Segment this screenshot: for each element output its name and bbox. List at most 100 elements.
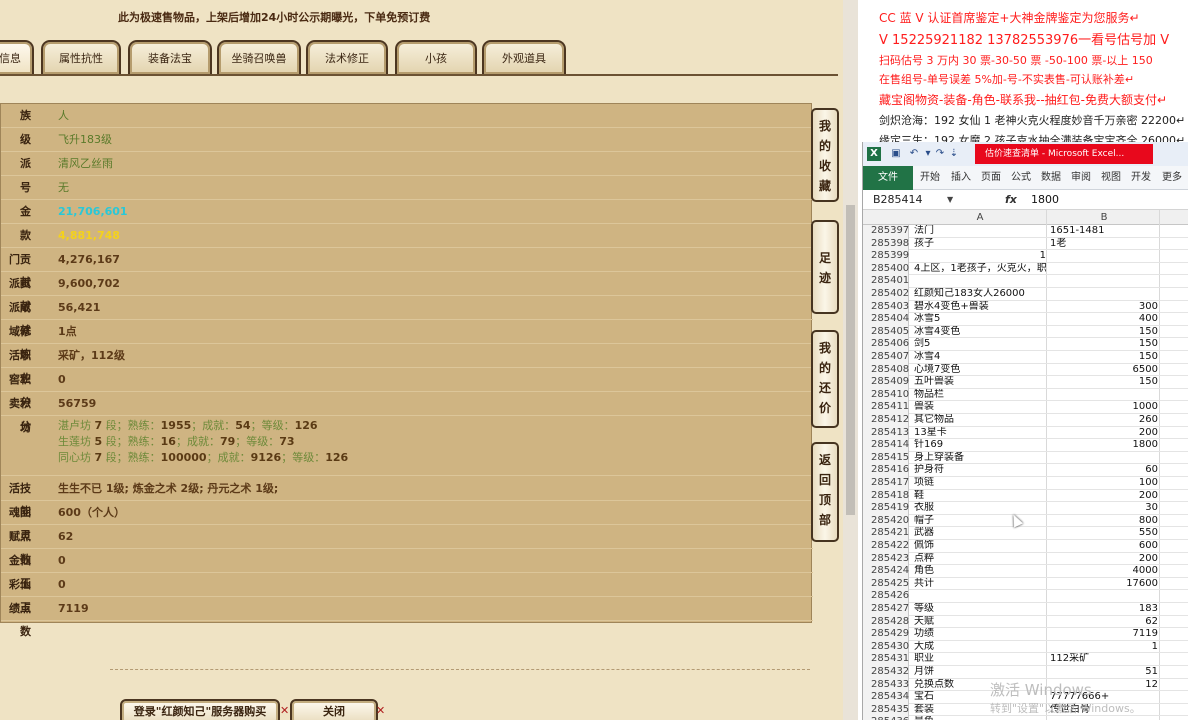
row-number[interactable]: 285406 <box>863 338 909 351</box>
cell-a[interactable]: 剑5 <box>914 338 1046 350</box>
row-number[interactable]: 285422 <box>863 540 909 553</box>
row-number[interactable]: 285402 <box>863 288 909 301</box>
cell-a[interactable]: 冰雪4 <box>914 351 1046 363</box>
close-x-icon[interactable]: ✕ <box>376 704 385 717</box>
cell-b[interactable]: 1 <box>1050 641 1158 653</box>
name-box[interactable]: B285414 <box>873 192 957 208</box>
cell-b[interactable]: 51 <box>1050 666 1158 678</box>
tab-children[interactable]: 小孩 <box>395 40 477 74</box>
row-number[interactable]: 285403 <box>863 300 909 314</box>
row-number[interactable]: 285431 <box>863 653 909 666</box>
ribbon-tab-page[interactable]: 页面 <box>977 166 1005 190</box>
tab-attributes[interactable]: 属性抗性 <box>41 40 121 74</box>
table-row[interactable]: 285420 帽子 800 <box>863 514 1188 528</box>
table-row[interactable]: 285407 冰雪4 150 <box>863 351 1188 364</box>
table-row[interactable]: 285404 冰雪5 400 <box>863 313 1188 326</box>
row-number[interactable]: 285429 <box>863 628 909 641</box>
cell-b[interactable]: 62 <box>1050 616 1158 628</box>
tab-spells[interactable]: 法术修正 <box>306 40 388 74</box>
cell-a[interactable]: 4上区，1老孩子，火克火，职业号 <box>914 263 1046 275</box>
cell-a[interactable]: 点粹 <box>914 553 1046 565</box>
cell-a[interactable]: 护身符 <box>914 464 1046 476</box>
table-row[interactable]: 285416 护身符 60 <box>863 464 1188 477</box>
cell-b[interactable]: 300 <box>1050 301 1158 313</box>
table-row[interactable]: 285425 共计 17600 <box>863 577 1188 591</box>
spreadsheet-grid[interactable]: 285397 法门 1651-1481 285398 孩子 1老 285399 1 285400… <box>863 225 1188 720</box>
cell-b[interactable]: 1800 <box>1050 439 1158 451</box>
row-number[interactable]: 285412 <box>863 414 909 427</box>
row-number[interactable]: 285433 <box>863 678 909 692</box>
tab-info[interactable]: 信息 <box>0 40 34 74</box>
cell-b[interactable]: 260 <box>1050 414 1158 426</box>
row-number[interactable]: 285430 <box>863 640 909 654</box>
cell-a[interactable]: 共计 <box>914 578 1046 590</box>
cell-a[interactable]: 职业 <box>914 653 1046 665</box>
row-number[interactable]: 285424 <box>863 565 909 578</box>
cell-a[interactable]: 身上穿装备 <box>914 452 1046 464</box>
close-x-icon[interactable]: ✕ <box>280 704 289 717</box>
cell-a[interactable]: 佩饰 <box>914 540 1046 552</box>
login-server-buy-button[interactable]: 登录"红颜知己"服务器购买 <box>120 699 280 720</box>
row-number[interactable]: 285420 <box>863 514 909 528</box>
row-number[interactable]: 285407 <box>863 351 909 364</box>
row-number[interactable]: 285418 <box>863 489 909 503</box>
cell-b[interactable]: 200 <box>1050 427 1158 439</box>
cell-b[interactable]: 600 <box>1050 540 1158 552</box>
ribbon-tab-data[interactable]: 数据 <box>1037 166 1065 190</box>
table-row[interactable]: 285429 功绩 7119 <box>863 628 1188 641</box>
table-row[interactable]: 285400 4上区，1老孩子，火克火，职业号 <box>863 262 1188 276</box>
cell-b[interactable]: 150 <box>1050 351 1158 363</box>
row-number[interactable]: 285404 <box>863 313 909 326</box>
table-row[interactable]: 285397 法门 1651-1481 <box>863 225 1188 238</box>
cell-b[interactable]: 7119 <box>1050 628 1158 640</box>
ribbon-tab-view[interactable]: 视图 <box>1097 166 1125 190</box>
row-number[interactable]: 285397 <box>863 225 909 238</box>
table-row[interactable]: 285409 五叶兽装 150 <box>863 376 1188 389</box>
cell-a[interactable]: 碧水4变色+兽装 <box>914 301 1046 313</box>
table-row[interactable]: 285415 身上穿装备 <box>863 451 1188 465</box>
customize-toolbar-icon[interactable]: ⇣ <box>947 147 961 161</box>
cell-a[interactable]: 月饼 <box>914 666 1046 678</box>
table-row[interactable]: 285428 天赋 62 <box>863 615 1188 629</box>
cell-a[interactable]: 1 <box>914 250 1046 262</box>
cell-a[interactable]: 红颜知己183女人26000 <box>914 288 1046 300</box>
cell-a[interactable]: 角色 <box>914 565 1046 577</box>
cell-a[interactable]: 物品栏 <box>914 389 1046 401</box>
cell-b[interactable]: 1000 <box>1050 401 1158 413</box>
cell-a[interactable]: 项链 <box>914 477 1046 489</box>
tab-appearance[interactable]: 外观道具 <box>482 40 566 74</box>
cell-b[interactable]: 1651-1481 <box>1050 225 1158 237</box>
table-row[interactable]: 285427 等级 183 <box>863 603 1188 616</box>
table-row[interactable]: 285402 红颜知己183女人26000 <box>863 288 1188 301</box>
cell-a[interactable]: 兽装 <box>914 401 1046 413</box>
cell-b[interactable]: 800 <box>1050 515 1158 527</box>
table-row[interactable]: 285430 大成 1 <box>863 640 1188 654</box>
ribbon-tab-formulas[interactable]: 公式 <box>1007 166 1035 190</box>
cell-a[interactable]: 孩子 <box>914 238 1046 250</box>
table-row[interactable]: 285398 孩子 1老 <box>863 237 1188 251</box>
row-number[interactable]: 285400 <box>863 262 909 276</box>
save-icon[interactable]: ▣ <box>889 147 903 161</box>
row-number[interactable]: 285421 <box>863 527 909 540</box>
table-row[interactable]: 285417 项链 100 <box>863 477 1188 490</box>
row-number[interactable]: 285419 <box>863 502 909 515</box>
undo-icon[interactable]: ↶ <box>907 147 921 161</box>
cell-a[interactable]: 等级 <box>914 603 1046 615</box>
row-number[interactable]: 285435 <box>863 703 909 717</box>
cell-b[interactable]: 4000 <box>1050 565 1158 577</box>
table-row[interactable]: 285405 冰雪4变色 150 <box>863 325 1188 339</box>
table-row[interactable]: 285414 针169 1800 <box>863 439 1188 452</box>
cell-b[interactable]: 183 <box>1050 603 1158 615</box>
row-number[interactable]: 285426 <box>863 590 909 603</box>
cell-b[interactable]: 6500 <box>1050 364 1158 376</box>
row-number[interactable]: 285401 <box>863 275 909 288</box>
cell-a[interactable]: 五叶兽装 <box>914 376 1046 388</box>
table-row[interactable]: 285410 物品栏 <box>863 388 1188 402</box>
row-number[interactable]: 285409 <box>863 376 909 389</box>
table-row[interactable]: 285436 是鱼 <box>863 716 1188 720</box>
cell-a[interactable]: 冰雪4变色 <box>914 326 1046 338</box>
cell-a[interactable]: 功绩 <box>914 628 1046 640</box>
cell-b[interactable]: 1老 <box>1050 238 1158 250</box>
my-favorites-button[interactable]: 我的收藏 <box>811 108 839 202</box>
table-row[interactable]: 285406 剑5 150 <box>863 338 1188 351</box>
